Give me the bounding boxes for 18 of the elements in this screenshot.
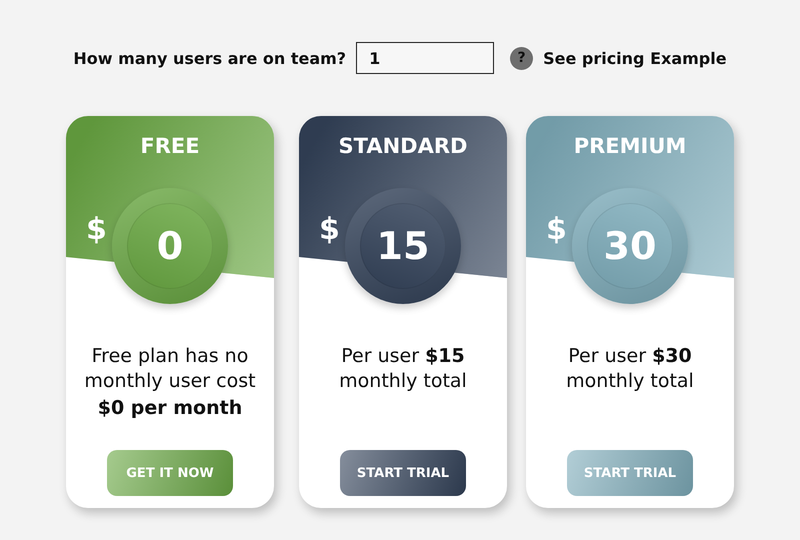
plan-description: Free plan has no monthly user cost [83, 344, 257, 394]
pricing-example-link[interactable]: See pricing Example [543, 48, 727, 68]
price-amount: 0 [156, 224, 184, 268]
price-amount: 15 [376, 224, 430, 268]
plan-button[interactable]: START TRIAL [340, 450, 466, 496]
plan-name: PREMIUM [574, 134, 686, 158]
plan-description: Per user $15 monthly total [338, 344, 468, 394]
help-icon[interactable]: ? [510, 46, 534, 70]
question-label: How many users are on team? [73, 48, 346, 68]
plan-name: FREE [140, 134, 200, 158]
currency-symbol: $ [319, 212, 340, 247]
currency-symbol: $ [86, 212, 107, 247]
price-amount: 30 [604, 224, 656, 268]
users-input-field[interactable]: 1 [356, 42, 494, 74]
plan-description: Per user $30 monthly total [565, 344, 695, 394]
plan-name: STANDARD [338, 134, 468, 158]
currency-symbol: $ [546, 212, 567, 247]
plan-note: $0 per month [98, 397, 242, 419]
